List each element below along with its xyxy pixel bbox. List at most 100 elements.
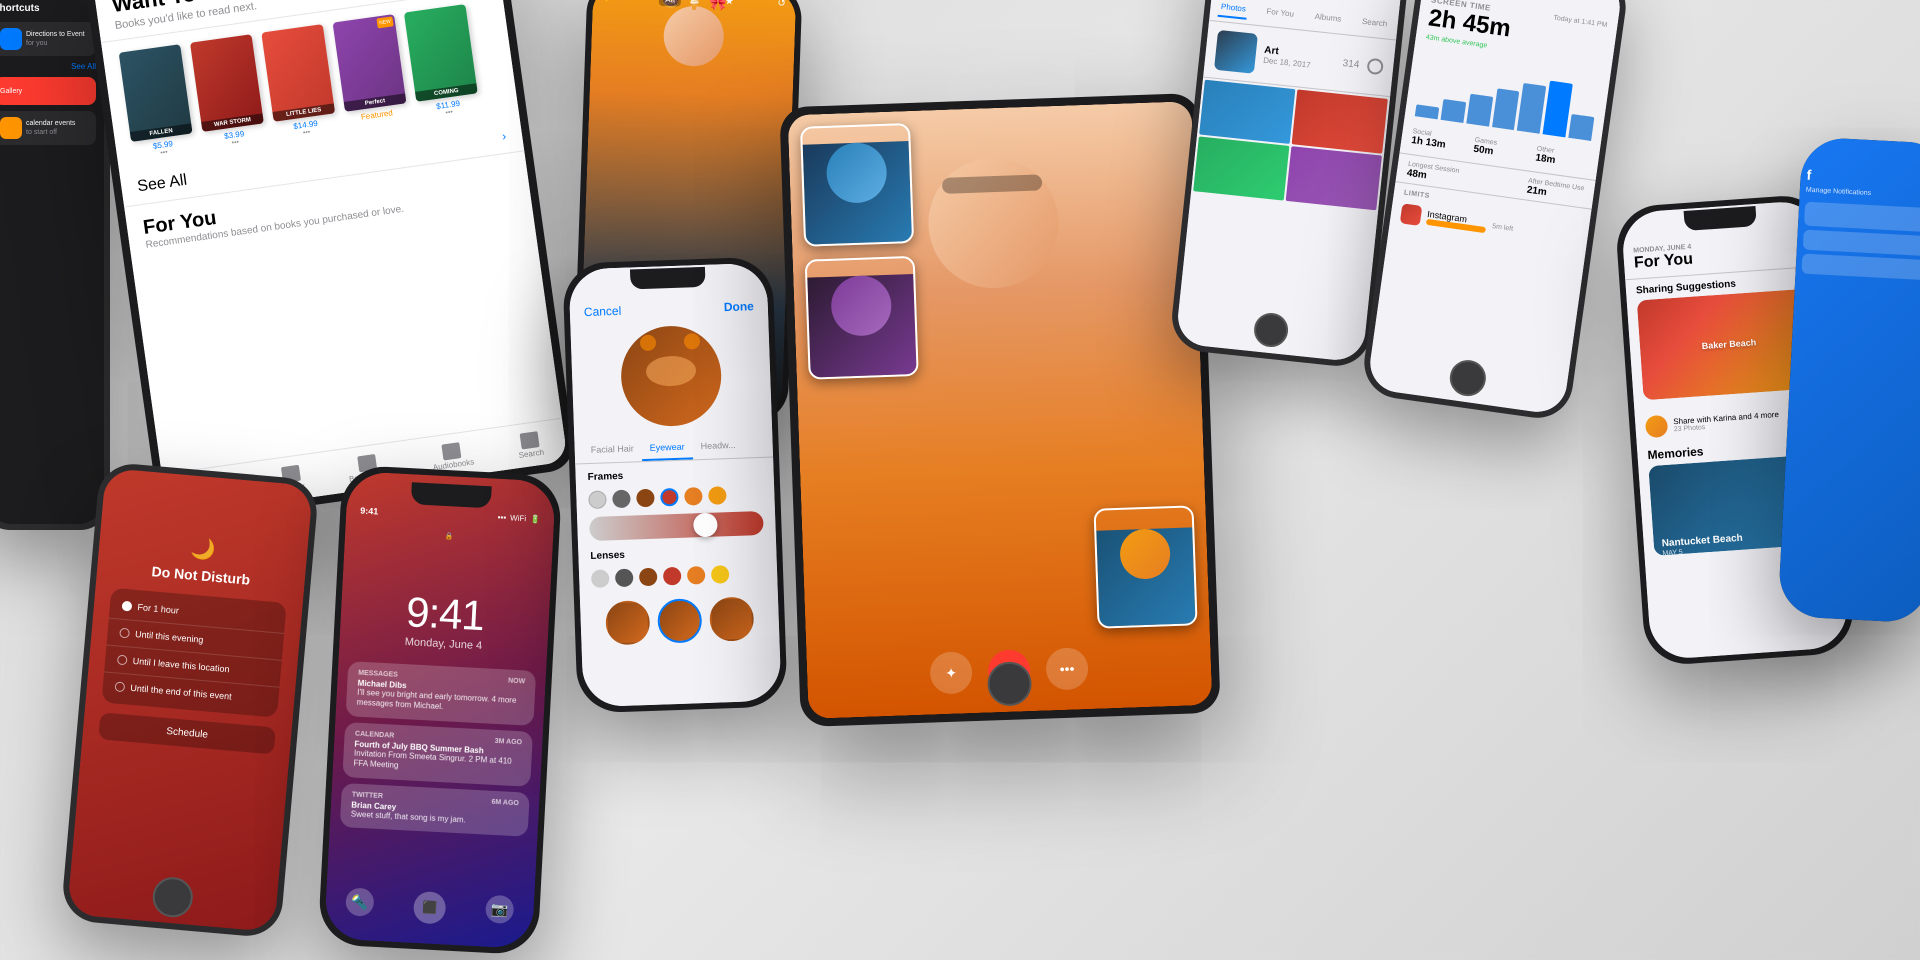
st-app-icon — [1400, 203, 1423, 226]
st-bar-1 — [1415, 104, 1439, 119]
lock-notif-1: MESSAGES Now Michael Dibs I'll see you b… — [346, 661, 536, 726]
st-app-time: 5m left — [1492, 223, 1514, 233]
fb-screen: f Manage Notifications — [1778, 136, 1920, 623]
st-bar-2 — [1440, 99, 1466, 123]
memoji-lens-color-2[interactable] — [615, 569, 634, 588]
memoji-color-6[interactable] — [708, 486, 727, 505]
memoji-slider-thumb[interactable] — [693, 513, 718, 538]
facetime-effects-button[interactable]: ✦ — [929, 651, 972, 694]
memoji-tab-headwear[interactable]: Headw... — [692, 434, 744, 460]
fb-card-3[interactable] — [1801, 254, 1920, 281]
shortcuts-see-all-2[interactable]: See All — [0, 62, 96, 71]
foryou-memory-date: MAY 5 — [1662, 549, 1683, 556]
memoji-lens-color-6[interactable] — [711, 565, 730, 584]
memoji-glasses — [640, 335, 657, 352]
book-item-4[interactable]: Perfect NEW Featured — [333, 14, 410, 131]
memoji-frame-colors — [576, 481, 775, 514]
dnd-schedule-button[interactable]: Schedule — [98, 712, 276, 754]
dnd-check-1 — [121, 601, 132, 612]
facetime-more-button[interactable]: ••• — [1045, 647, 1088, 690]
foryou-avatar — [1645, 415, 1668, 438]
books-nav-search[interactable]: Search — [516, 430, 545, 459]
memoji-choice-2[interactable] — [657, 598, 703, 644]
memoji-face — [646, 355, 697, 387]
foryou-location-label: Baker Beach — [1701, 337, 1756, 351]
st-bar-6 — [1543, 81, 1573, 138]
memoji-lens-color-5[interactable] — [687, 566, 706, 585]
lock-bottom-icons: 🔦 ⬛ 📷 — [325, 886, 534, 929]
dnd-moon-icon: 🌙 — [190, 536, 217, 563]
moments-nav-foryou[interactable]: For You — [1263, 3, 1296, 25]
book-item-3[interactable]: LITTLE LIES $14.99 ••• — [261, 24, 338, 141]
shortcut-item-3[interactable]: calendar events to start off — [0, 111, 96, 145]
moments-photo-4[interactable] — [1286, 146, 1382, 210]
book-item-2[interactable]: WAR STORM $3.99 ••• — [190, 34, 267, 151]
lock-notif-3: TWITTER 6m ago Brian Carey Sweet stuff, … — [340, 783, 529, 837]
iphone-x-far-right-device: f Manage Notifications — [1778, 136, 1920, 623]
lock-camera-icon[interactable]: 📷 — [485, 895, 514, 924]
fb-card-2[interactable] — [1803, 230, 1920, 257]
memoji-lens-color-1[interactable] — [591, 569, 610, 588]
memoji-color-2[interactable] — [612, 490, 631, 509]
dnd-title: Do Not Disturb — [151, 563, 251, 588]
moments-nav-albums[interactable]: Albums — [1312, 8, 1345, 30]
memoji-done-button[interactable]: Done — [724, 299, 754, 314]
moments-nav-photos[interactable]: Photos — [1218, 0, 1249, 20]
iphone-x-lock-notch — [411, 482, 492, 508]
memoji-slider[interactable] — [589, 511, 764, 541]
dnd-check-2 — [119, 628, 130, 639]
camera-effects-icon[interactable]: ★ — [725, 0, 734, 7]
memoji-color-1[interactable] — [588, 490, 607, 509]
shortcut-item-2-label: Gallery — [0, 88, 22, 95]
lock-time-large: 9:41 — [405, 588, 485, 640]
facetime-small-video-1 — [803, 141, 913, 247]
memoji-cancel-button[interactable]: Cancel — [584, 304, 622, 319]
shortcuts-app-screen: See All shortcuts Directions to Event fo… — [0, 0, 104, 524]
ipad-facetime-device: ✦ ✕ ••• — [779, 93, 1220, 727]
moments-screen: Moments Photos For You Albums Search Art… — [1175, 0, 1405, 363]
book-item-5[interactable]: COMING $11.99 ••• — [404, 4, 481, 121]
dnd-check-3 — [116, 654, 127, 665]
facetime-face-2 — [830, 275, 892, 337]
lock-screen: 9:41 ▪▪▪ WiFi 🔋 🔒 9:41 Monday, June 4 ME… — [324, 471, 556, 949]
fb-title: f — [1800, 136, 1920, 190]
books-nav-audiobooks[interactable]: Audiobooks — [430, 440, 475, 472]
memoji-tab-eyewear[interactable]: Eyewear — [641, 435, 693, 461]
fb-card-1[interactable] — [1804, 202, 1920, 233]
camera-flash-icon[interactable]: ⚡ — [603, 0, 616, 3]
iphone-screentime-device: SCREEN TIME Today at 1:41 PM 2h 45m 43m … — [1360, 0, 1631, 422]
lock-torch-icon[interactable]: 🔦 — [345, 887, 374, 916]
shortcut-item-1[interactable]: Directions to Event for you — [0, 22, 96, 56]
moments-photo-grid — [1191, 78, 1390, 213]
memoji-glasses-2 — [684, 333, 701, 350]
memoji-color-5[interactable] — [684, 487, 703, 506]
dnd-option-3-label: Until I leave this location — [132, 656, 230, 674]
memoji-choices — [580, 585, 780, 656]
facetime-screen: ✦ ✕ ••• — [788, 101, 1213, 719]
dnd-options-list: For 1 hour Until this evening Until I le… — [101, 588, 287, 718]
memoji-color-4[interactable] — [660, 488, 679, 507]
memoji-lens-color-4[interactable] — [663, 567, 682, 586]
camera-switch-icon[interactable]: ↺ — [777, 0, 786, 9]
iphone-memoji-device: Cancel Done Facial Hair Eyewear Headw...… — [562, 256, 788, 713]
lock-home-indicator[interactable]: ⬛ — [413, 891, 447, 925]
memoji-color-3[interactable] — [636, 489, 655, 508]
st-bar-3 — [1466, 94, 1493, 127]
screentime-screen: SCREEN TIME Today at 1:41 PM 2h 45m 43m … — [1366, 0, 1623, 416]
memoji-tab-facial-hair[interactable]: Facial Hair — [582, 437, 642, 463]
memoji-choice-1[interactable] — [605, 600, 651, 646]
moments-search-icon[interactable] — [1366, 58, 1384, 76]
memoji-lens-color-3[interactable] — [639, 568, 658, 587]
lock-padlock-icon: 🔒 — [445, 532, 454, 540]
moments-nav-search[interactable]: Search — [1359, 13, 1390, 35]
memoji-choice-3[interactable] — [709, 596, 755, 642]
camera-aa-label: Aa — [659, 0, 681, 7]
moments-photo-3[interactable] — [1193, 136, 1289, 200]
dnd-option-4-label: Until the end of this event — [130, 683, 232, 702]
book-item-1[interactable]: FALLEN $5.99 ••• — [119, 44, 196, 161]
facetime-face-3 — [1119, 528, 1171, 580]
moments-photo-1[interactable] — [1199, 80, 1295, 144]
moments-photo-2[interactable] — [1292, 89, 1388, 153]
moments-info: Art Dec 18, 2017 — [1263, 45, 1336, 72]
camera-face — [662, 5, 724, 67]
